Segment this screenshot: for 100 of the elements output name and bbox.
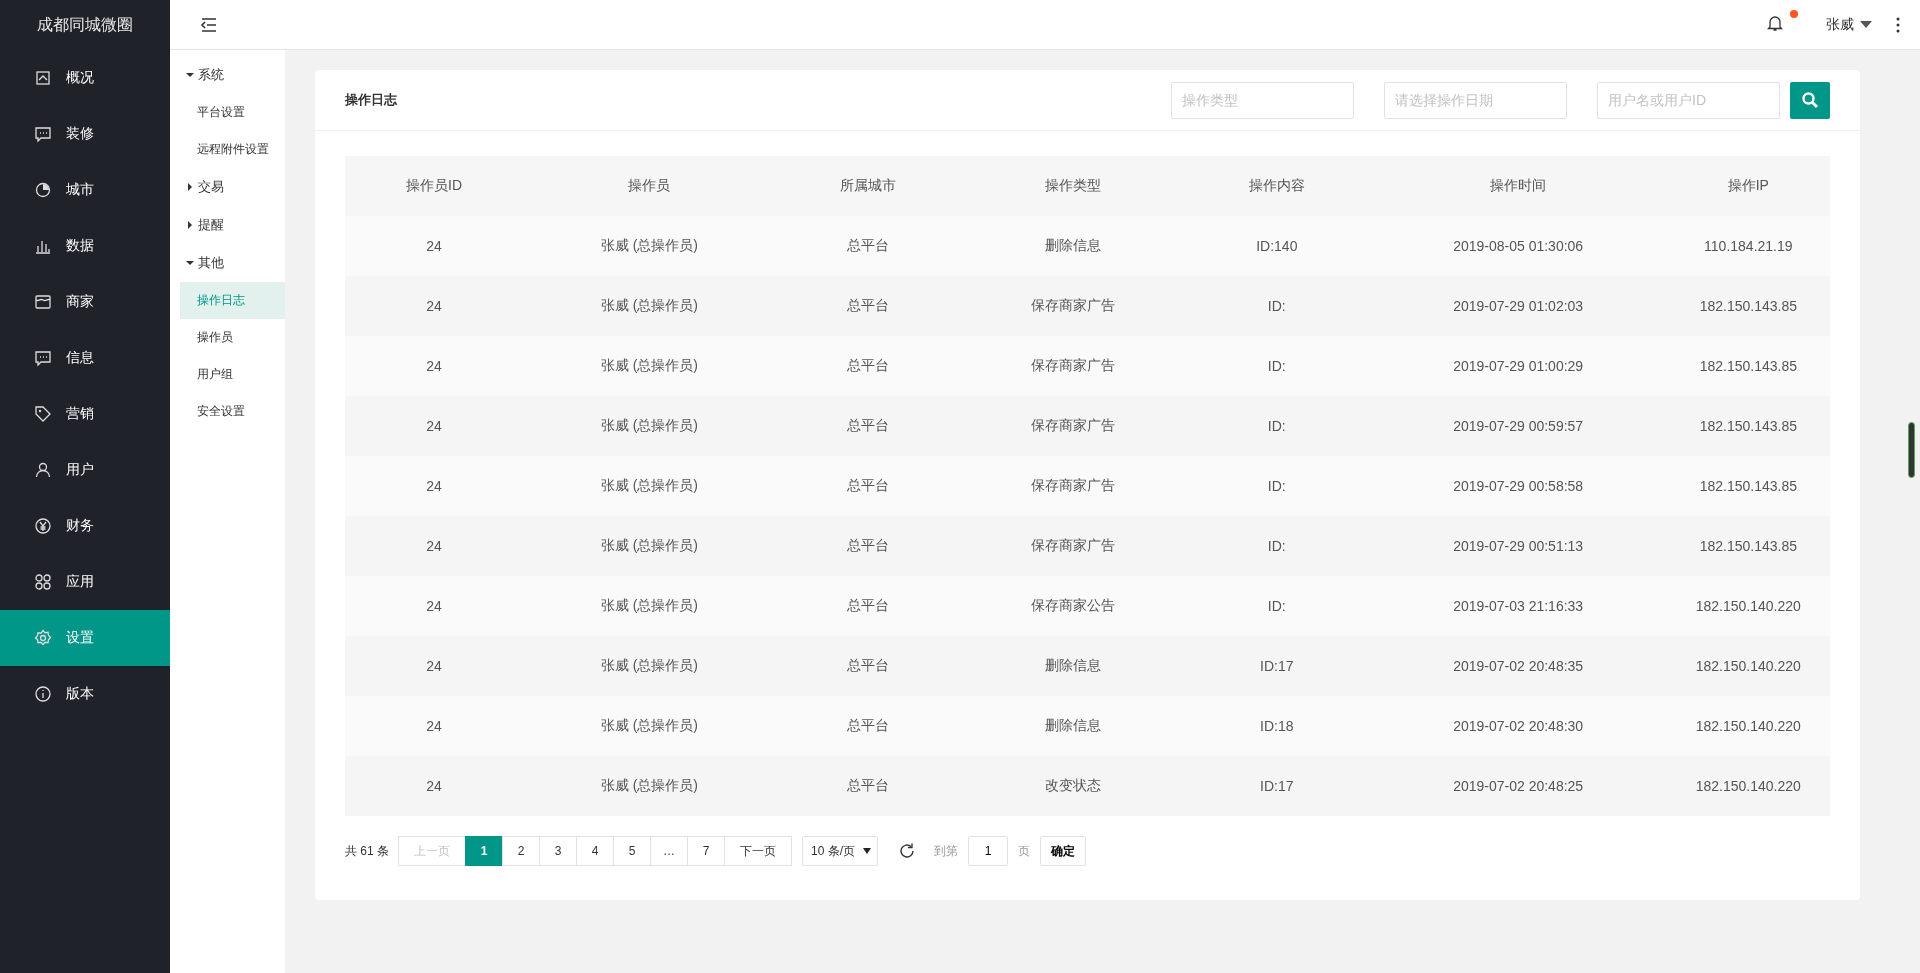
table-cell: 总平台 <box>775 396 962 456</box>
image-frame-icon <box>34 69 52 87</box>
table-cell: 182.150.140.220 <box>1666 696 1830 756</box>
table-cell: 张威 (总操作员) <box>523 696 776 756</box>
table-cell: 张威 (总操作员) <box>523 756 776 816</box>
page-button[interactable]: 2 <box>502 836 540 866</box>
table-cell: ID: <box>1184 456 1370 516</box>
submenu-group-label: 提醒 <box>198 216 224 234</box>
sidebar-item[interactable]: 用户 <box>0 442 170 498</box>
page-button[interactable]: 7 <box>687 836 725 866</box>
sidebar-item[interactable]: 应用 <box>0 554 170 610</box>
store-icon <box>34 293 52 311</box>
sidebar-item[interactable]: 营销 <box>0 386 170 442</box>
table-cell: 24 <box>345 516 524 576</box>
column-header: 操作时间 <box>1369 156 1667 216</box>
table-cell: 2019-07-02 20:48:35 <box>1369 636 1667 696</box>
submenu-item[interactable]: 操作员 <box>180 319 285 356</box>
table-cell: 24 <box>345 216 524 276</box>
table-cell: 110.184.21.19 <box>1666 216 1830 276</box>
sidebar-label: 财务 <box>66 517 94 535</box>
chat-icon <box>34 125 52 143</box>
table-cell: 删除信息 <box>961 696 1184 756</box>
page-unit-label: 页 <box>1018 842 1031 860</box>
page-button[interactable]: 1 <box>465 836 503 866</box>
sidebar-item[interactable]: 装修 <box>0 106 170 162</box>
total-count: 共 61 条 <box>345 842 389 860</box>
caret-right-icon <box>186 221 194 229</box>
column-header: 操作内容 <box>1184 156 1370 216</box>
table-cell: 2019-08-05 01:30:06 <box>1369 216 1667 276</box>
table-cell: 2019-07-29 01:00:29 <box>1369 336 1667 396</box>
page-button[interactable]: 3 <box>539 836 577 866</box>
table-cell: 张威 (总操作员) <box>523 276 776 336</box>
sidebar-label: 装修 <box>66 125 94 143</box>
table-cell: 总平台 <box>775 336 962 396</box>
sidebar-item[interactable]: 版本 <box>0 666 170 722</box>
submenu-group[interactable]: 交易 <box>170 168 285 206</box>
page-button[interactable]: 4 <box>576 836 614 866</box>
submenu-item[interactable]: 安全设置 <box>180 393 285 430</box>
table-cell: 保存商家广告 <box>961 276 1184 336</box>
table-cell: 24 <box>345 276 524 336</box>
submenu-group[interactable]: 其他 <box>170 244 285 282</box>
sidebar-item[interactable]: 商家 <box>0 274 170 330</box>
submenu-group-label: 交易 <box>198 178 224 196</box>
sidebar-item[interactable]: 设置 <box>0 610 170 666</box>
sidebar-item[interactable]: 数据 <box>0 218 170 274</box>
submenu-group-label: 系统 <box>198 66 224 84</box>
column-header: 操作类型 <box>961 156 1184 216</box>
submenu-item[interactable]: 平台设置 <box>180 94 285 131</box>
submenu-item[interactable]: 远程附件设置 <box>180 131 285 168</box>
table-cell: 总平台 <box>775 576 962 636</box>
table-cell: 24 <box>345 456 524 516</box>
sidebar-item[interactable]: 概况 <box>0 50 170 106</box>
sidebar-item[interactable]: 城市 <box>0 162 170 218</box>
user-icon <box>34 461 52 479</box>
page-button[interactable]: 5 <box>613 836 651 866</box>
column-header: 所属城市 <box>775 156 962 216</box>
table-cell: 24 <box>345 576 524 636</box>
table-cell: 保存商家公告 <box>961 576 1184 636</box>
page-number-field[interactable]: 1 <box>968 836 1009 866</box>
table-cell: 24 <box>345 636 524 696</box>
page-button[interactable]: … <box>650 836 688 866</box>
submenu-group[interactable]: 提醒 <box>170 206 285 244</box>
search-button[interactable] <box>1790 81 1830 119</box>
sidebar-label: 概况 <box>66 69 94 87</box>
table-cell: 总平台 <box>775 756 962 816</box>
sidebar-label: 信息 <box>66 349 94 367</box>
more-icon[interactable] <box>1896 16 1900 33</box>
next-page-button[interactable]: 下一页 <box>724 836 792 866</box>
table-cell: ID: <box>1184 276 1370 336</box>
table-cell: 张威 (总操作员) <box>523 516 776 576</box>
table-cell: 总平台 <box>775 696 962 756</box>
page-size-select[interactable]: 10 条/页 <box>802 836 879 866</box>
table-cell: ID:140 <box>1184 216 1370 276</box>
scrollbar[interactable] <box>1908 422 1915 478</box>
table-cell: 2019-07-02 20:48:25 <box>1369 756 1667 816</box>
table-cell: 182.150.140.220 <box>1666 756 1830 816</box>
refresh-icon[interactable] <box>898 842 917 860</box>
table-cell: 182.150.143.85 <box>1666 396 1830 456</box>
app-title: 成都同城微圈 <box>36 15 134 35</box>
table-cell: 24 <box>345 396 524 456</box>
submenu-item[interactable]: 用户组 <box>180 356 285 393</box>
confirm-button[interactable]: 确定 <box>1040 836 1087 866</box>
menu-icon[interactable] <box>200 15 218 34</box>
filter-field[interactable]: 请选择操作日期 <box>1384 81 1567 119</box>
sidebar-item[interactable]: 财务 <box>0 498 170 554</box>
chat-icon <box>34 349 52 367</box>
table-cell: 2019-07-29 00:58:58 <box>1369 456 1667 516</box>
sidebar-item[interactable]: 信息 <box>0 330 170 386</box>
table-cell: 总平台 <box>775 216 962 276</box>
table-cell: ID:17 <box>1184 636 1370 696</box>
bell-icon[interactable] <box>1766 14 1784 32</box>
table-cell: 总平台 <box>775 636 962 696</box>
sidebar-label: 版本 <box>66 685 94 703</box>
table-cell: ID: <box>1184 576 1370 636</box>
filter-field[interactable]: 操作类型 <box>1171 81 1354 119</box>
filter-field[interactable]: 用户名或用户ID <box>1597 81 1780 119</box>
user-menu[interactable]: 张威 <box>1826 15 1854 34</box>
submenu-group[interactable]: 系统 <box>170 56 285 94</box>
table-cell: ID:17 <box>1184 756 1370 816</box>
table-cell: 保存商家广告 <box>961 336 1184 396</box>
